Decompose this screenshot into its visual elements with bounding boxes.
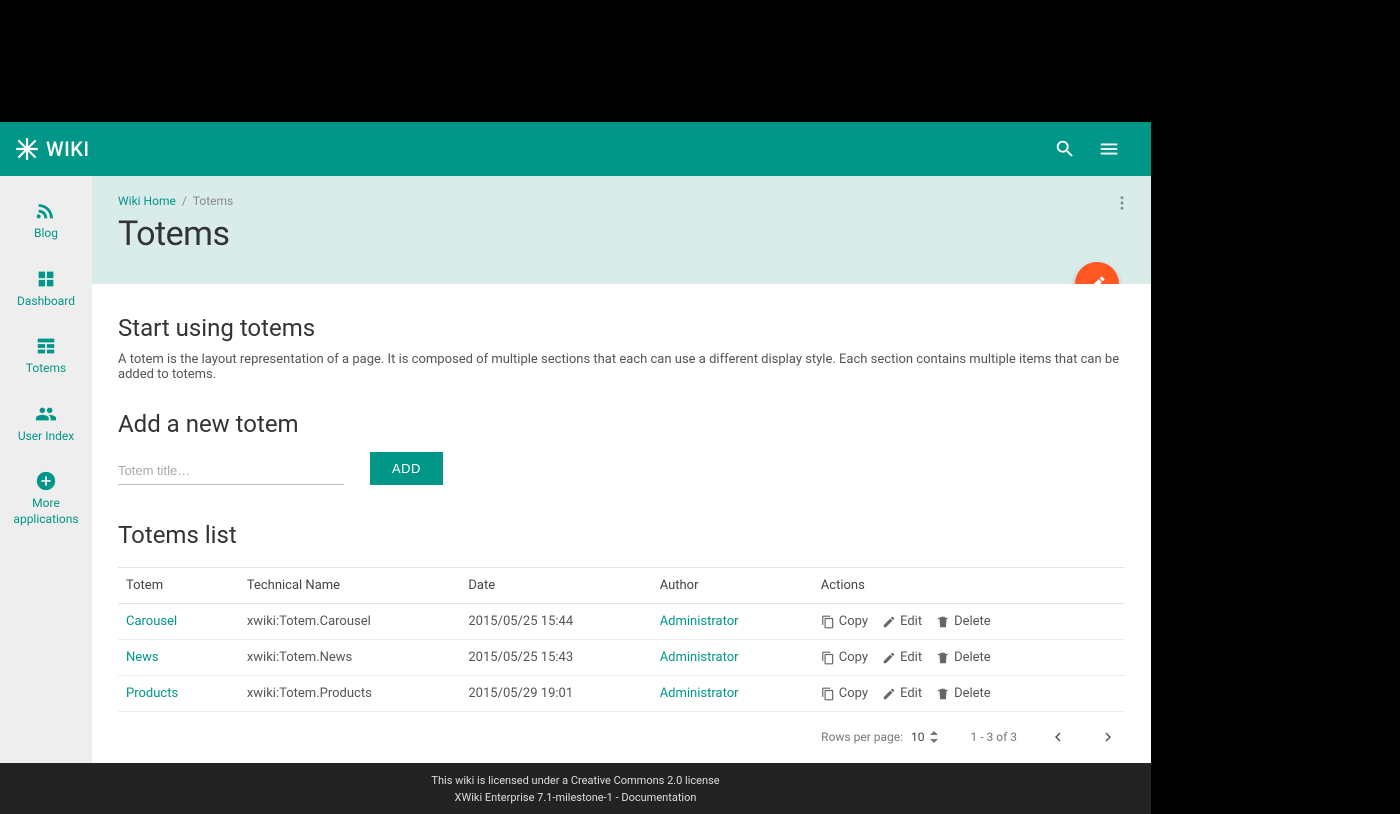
cell-date: 2015/05/29 19:01 [460,676,651,712]
author-link[interactable]: Administrator [660,614,739,629]
add-heading: Add a new totem [118,410,1125,438]
sidebar-item-more-apps[interactable]: More applications [0,456,92,539]
rows-per-page-label: Rows per page: [821,730,903,744]
cell-date: 2015/05/25 15:44 [460,604,651,640]
sidebar-item-label: More applications [4,496,88,527]
intro-body: A totem is the layout representation of … [118,352,1125,382]
search-button[interactable] [1043,127,1087,171]
page-title: Totems [118,214,1125,254]
copy-action[interactable]: Copy [821,686,868,701]
totem-link[interactable]: Products [126,686,178,701]
search-icon [1054,138,1076,160]
sidebar-item-user-index[interactable]: User Index [0,389,92,457]
delete-action[interactable]: Delete [936,614,991,629]
table-row: News xwiki:Totem.News2015/05/25 15:43 Admi… [118,640,1125,676]
totems-table: Totem Technical Name Date Author Actions… [118,567,1125,712]
cell-tech: xwiki:Totem.Carousel [239,604,461,640]
col-author: Author [652,568,813,604]
sidebar-item-label: Dashboard [17,294,75,310]
sidebar-item-blog[interactable]: Blog [0,186,92,254]
totem-title-input[interactable] [118,459,344,485]
page-header: Wiki Home / Totems Totems [92,176,1151,284]
col-tech: Technical Name [239,568,461,604]
rss-icon [35,200,57,222]
col-totem: Totem [118,568,239,604]
hamburger-icon [1098,138,1120,160]
table-row: Carousel xwiki:Totem.Carousel2015/05/25 1… [118,604,1125,640]
list-heading: Totems list [118,521,1125,549]
users-icon [35,403,57,425]
totem-link[interactable]: News [126,650,159,665]
breadcrumb-home[interactable]: Wiki Home [118,194,176,208]
plus-circle-icon [35,470,57,492]
sidebar-item-label: Blog [34,226,58,242]
sidebar-item-totems[interactable]: Totems [0,321,92,389]
rows-per-page-select[interactable]: 10 [911,730,939,744]
sidebar: Blog Dashboard Totems User Index More ap… [0,176,92,763]
menu-button[interactable] [1087,127,1131,171]
delete-action[interactable]: Delete [936,650,991,665]
edit-action[interactable]: Edit [882,650,922,665]
brand-logo[interactable]: WIKI [14,136,90,162]
page-more-button[interactable] [1113,194,1131,216]
unfold-icon [929,731,939,743]
col-date: Date [460,568,651,604]
more-vertical-icon [1113,194,1131,212]
xwiki-logo-icon [14,136,40,162]
next-page-button[interactable] [1099,728,1117,746]
edit-action[interactable]: Edit [882,686,922,701]
brand-text: WIKI [46,137,90,161]
grid-icon [35,268,57,290]
footer-version: XWiki Enterprise 7.1-milestone-1 - Docum… [0,790,1151,807]
sidebar-item-label: User Index [18,429,74,445]
breadcrumb: Wiki Home / Totems [118,194,1125,208]
copy-action[interactable]: Copy [821,614,868,629]
prev-page-button[interactable] [1049,728,1067,746]
sidebar-item-label: Totems [26,361,66,377]
copy-action[interactable]: Copy [821,650,868,665]
breadcrumb-current: Totems [193,194,233,208]
author-link[interactable]: Administrator [660,650,739,665]
sidebar-item-dashboard[interactable]: Dashboard [0,254,92,322]
col-actions: Actions [813,568,1125,604]
intro-heading: Start using totems [118,314,1125,342]
cell-tech: xwiki:Totem.News [239,640,461,676]
table-row: Products xwiki:Totem.Products2015/05/29 1… [118,676,1125,712]
pager-range: 1 - 3 of 3 [971,730,1017,744]
edit-action[interactable]: Edit [882,614,922,629]
footer: This wiki is licensed under a Creative C… [0,763,1151,814]
cell-date: 2015/05/25 15:43 [460,640,651,676]
table-icon [35,335,57,357]
author-link[interactable]: Administrator [660,686,739,701]
totem-link[interactable]: Carousel [126,614,177,629]
delete-action[interactable]: Delete [936,686,991,701]
cell-tech: xwiki:Totem.Products [239,676,461,712]
add-button[interactable]: ADD [370,452,443,485]
footer-license: This wiki is licensed under a Creative C… [0,773,1151,790]
